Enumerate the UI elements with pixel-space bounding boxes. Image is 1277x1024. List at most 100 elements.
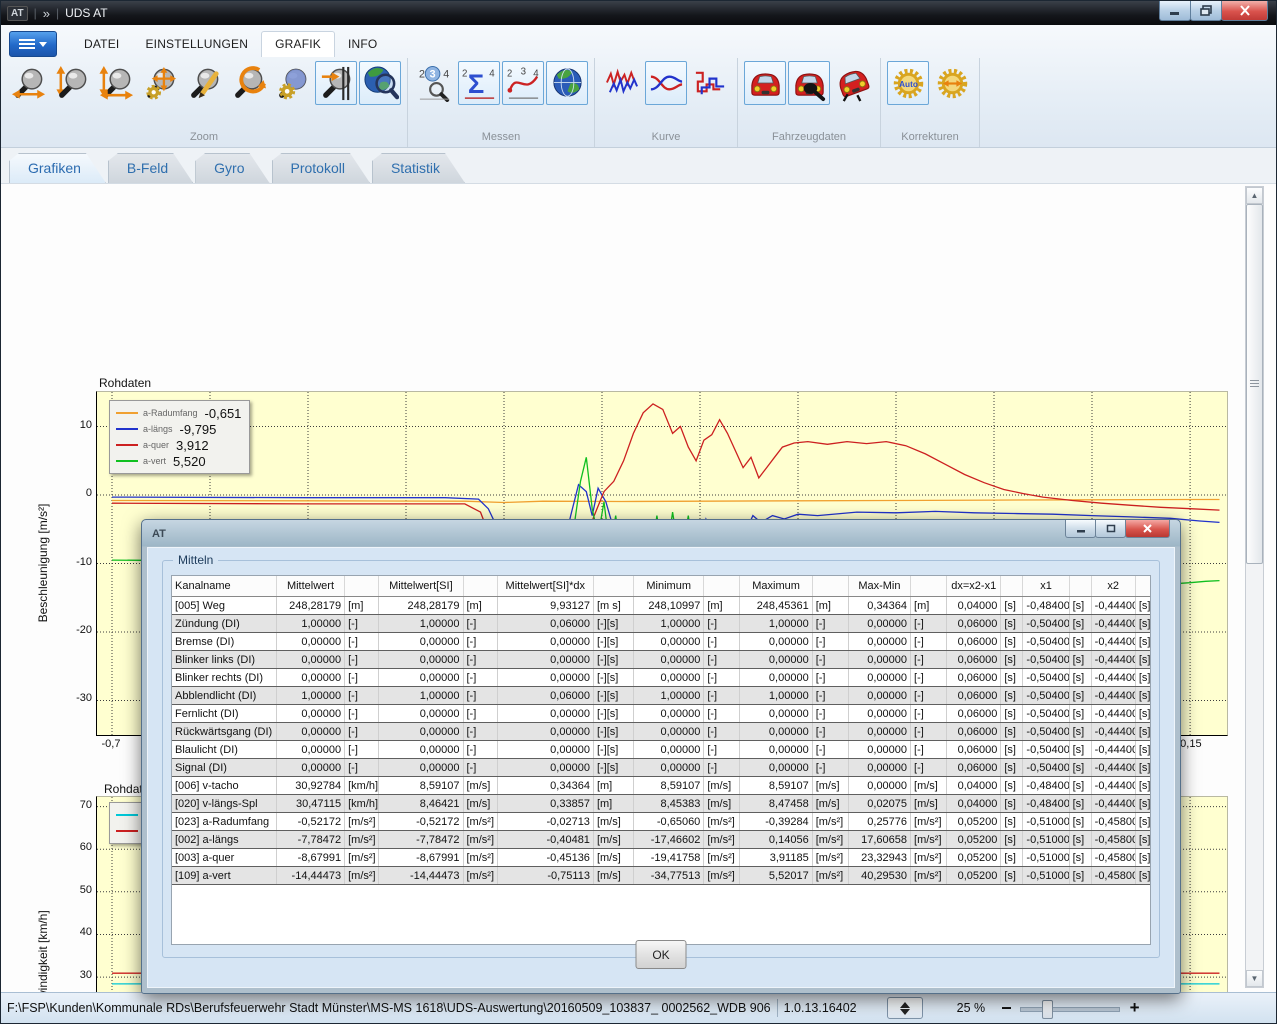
table-cell: [m/s²] [911, 813, 947, 831]
ribbon-group: Kurve [595, 58, 738, 147]
zoom-pan-icon[interactable] [139, 61, 181, 105]
tab-statistik[interactable]: Statistik [372, 153, 465, 183]
table-row[interactable]: Blinker links (DI)0,00000[-]0,00000[-]0,… [172, 651, 1151, 669]
tab-gyro[interactable]: Gyro [195, 153, 269, 183]
legend-label: a-Radumfang [143, 408, 198, 418]
zoom-out-button[interactable]: − [1001, 998, 1012, 1019]
stepper-up-icon[interactable] [900, 1002, 910, 1008]
table-row[interactable]: Signal (DI)0,00000[-]0,00000[-]0,00000[-… [172, 759, 1151, 777]
legend-value: 3,912 [176, 438, 209, 453]
zoom-horizontal-icon[interactable] [7, 61, 49, 105]
world-icon[interactable] [546, 61, 588, 105]
table-row[interactable]: [023] a-Radumfang-0,52172[m/s²]-0,52172[… [172, 813, 1151, 831]
minimize-button[interactable] [1159, 1, 1191, 21]
vertical-scrollbar[interactable]: ▲ ▼ [1245, 186, 1264, 988]
table-row[interactable]: Blinker rechts (DI)0,00000[-]0,00000[-]0… [172, 669, 1151, 687]
zoom-vertical-icon[interactable] [51, 61, 93, 105]
zoom-settings-icon[interactable] [271, 61, 313, 105]
scroll-down-icon[interactable]: ▼ [1246, 970, 1263, 987]
zoom-in-button[interactable]: + [1130, 998, 1140, 1018]
app-menu-button[interactable] [9, 31, 57, 57]
quick-access-chevrons-icon[interactable]: » [43, 6, 50, 21]
y-tick-label: 30 [54, 969, 92, 981]
table-cell: 0,05200 [947, 867, 1001, 885]
table-cell: [s] [1135, 849, 1151, 867]
chevron-down-icon [39, 42, 47, 47]
table-cell: 1,00000 [634, 687, 704, 705]
dialog-restore-button[interactable] [1095, 520, 1126, 538]
table-row[interactable]: Abblendlicht (DI)1,00000[-]1,00000[-]0,0… [172, 687, 1151, 705]
ok-button[interactable]: OK [636, 940, 687, 969]
table-cell: [m/s²] [463, 831, 497, 849]
close-button[interactable] [1221, 1, 1268, 21]
zoom-undo-icon[interactable] [227, 61, 269, 105]
vehicle-crash-icon[interactable] [832, 61, 874, 105]
table-row[interactable]: [109] a-vert-14,44473[m/s²]-14,44473[m/s… [172, 867, 1151, 885]
table-cell: 0,02075 [848, 795, 910, 813]
ribbon-tab-strip: DATEIEINSTELLUNGENGRAFIKINFO [1, 27, 1276, 57]
table-cell: -8,67991 [379, 849, 463, 867]
sum-sigma-icon[interactable]: 24Σ [458, 61, 500, 105]
table-cell: -0,51000 [1023, 813, 1069, 831]
table-row[interactable]: Bremse (DI)0,00000[-]0,00000[-]0,00000[-… [172, 633, 1151, 651]
legend-line-sample [116, 428, 138, 430]
ribbon-tab-einstellungen[interactable]: EINSTELLUNGEN [132, 32, 261, 57]
stepper-down-icon[interactable] [900, 1009, 910, 1015]
curve-smooth-icon[interactable] [645, 61, 687, 105]
auto-correction-icon[interactable]: Auto [887, 61, 929, 105]
measure-points-icon[interactable]: 234 [414, 61, 456, 105]
tab-b-feld[interactable]: B-Feld [108, 153, 193, 183]
table-row[interactable]: Fernlicht (DI)0,00000[-]0,00000[-]0,0000… [172, 705, 1151, 723]
ribbon-tab-datei[interactable]: DATEI [71, 32, 132, 57]
manual-correction-icon[interactable] [931, 61, 973, 105]
slider-thumb[interactable] [1042, 1000, 1053, 1019]
tab-grafiken[interactable]: Grafiken [9, 153, 106, 183]
vehicle-tools-icon[interactable] [788, 61, 830, 105]
ribbon-tab-grafik[interactable]: GRAFIK [261, 31, 335, 57]
table-cell: [-] [463, 741, 497, 759]
measure-cursor-icon[interactable] [315, 61, 357, 105]
table-row[interactable]: Blaulicht (DI)0,00000[-]0,00000[-]0,0000… [172, 741, 1151, 759]
table-cell: [-] [463, 651, 497, 669]
table-row[interactable]: Zündung (DI)1,00000[-]1,00000[-]0,06000[… [172, 615, 1151, 633]
table-cell: 0,06000 [497, 615, 593, 633]
zoom-both-axes-icon[interactable] [95, 61, 137, 105]
table-row[interactable]: [005] Weg248,28179[m]248,28179[m]9,93127… [172, 597, 1151, 615]
zoom-stepper[interactable] [887, 997, 923, 1019]
table-row[interactable]: [006] v-tacho30,92784[km/h]8,59107[m/s]0… [172, 777, 1151, 795]
table-cell: [s] [1001, 777, 1023, 795]
curve-raw-icon[interactable] [601, 61, 643, 105]
svg-text:2: 2 [418, 68, 424, 80]
dialog-title-bar[interactable]: AT [142, 520, 1180, 547]
table-cell: 0,00000 [379, 705, 463, 723]
table-cell: [-] [704, 723, 740, 741]
tab-protokoll[interactable]: Protokoll [272, 153, 370, 183]
dialog-close-button[interactable] [1125, 520, 1170, 538]
zoom-slider[interactable] [1020, 998, 1120, 1018]
scroll-up-icon[interactable]: ▲ [1246, 187, 1263, 204]
table-row[interactable]: [002] a-längs-7,78472[m/s²]-7,78472[m/s²… [172, 831, 1151, 849]
table-cell: [m/s] [593, 813, 633, 831]
scrollbar-thumb[interactable] [1246, 204, 1263, 564]
vehicle-icon[interactable] [744, 61, 786, 105]
curve-step-icon[interactable] [689, 61, 731, 105]
zoom-world-icon[interactable] [359, 61, 401, 105]
table-row[interactable]: Rückwärtsgang (DI)0,00000[-]0,00000[-]0,… [172, 723, 1151, 741]
restore-button[interactable] [1190, 1, 1222, 21]
ribbon-tab-info[interactable]: INFO [335, 32, 390, 57]
dialog-minimize-button[interactable] [1065, 520, 1096, 538]
table-cell: [s] [1135, 831, 1151, 849]
table-cell: [m/s] [911, 795, 947, 813]
zoom-select-icon[interactable] [183, 61, 225, 105]
table-row[interactable]: [003] a-quer-8,67991[m/s²]-8,67991[m/s²]… [172, 849, 1151, 867]
table-row[interactable]: [020] v-längs-Spl30,47115[km/h]8,46421[m… [172, 795, 1151, 813]
legend-label: a-quer [143, 440, 169, 450]
table-cell: 0,05200 [947, 813, 1001, 831]
table-cell: [-] [704, 705, 740, 723]
ribbon-groups: Zoom23424Σ234MessenKurveFahrzeugdatenAut… [1, 58, 1276, 147]
table-cell: [s] [1135, 813, 1151, 831]
table-cell: [-] [345, 633, 379, 651]
slider-track[interactable] [1020, 1007, 1120, 1012]
table-cell: [s] [1135, 777, 1151, 795]
measure-curve-icon[interactable]: 234 [502, 61, 544, 105]
